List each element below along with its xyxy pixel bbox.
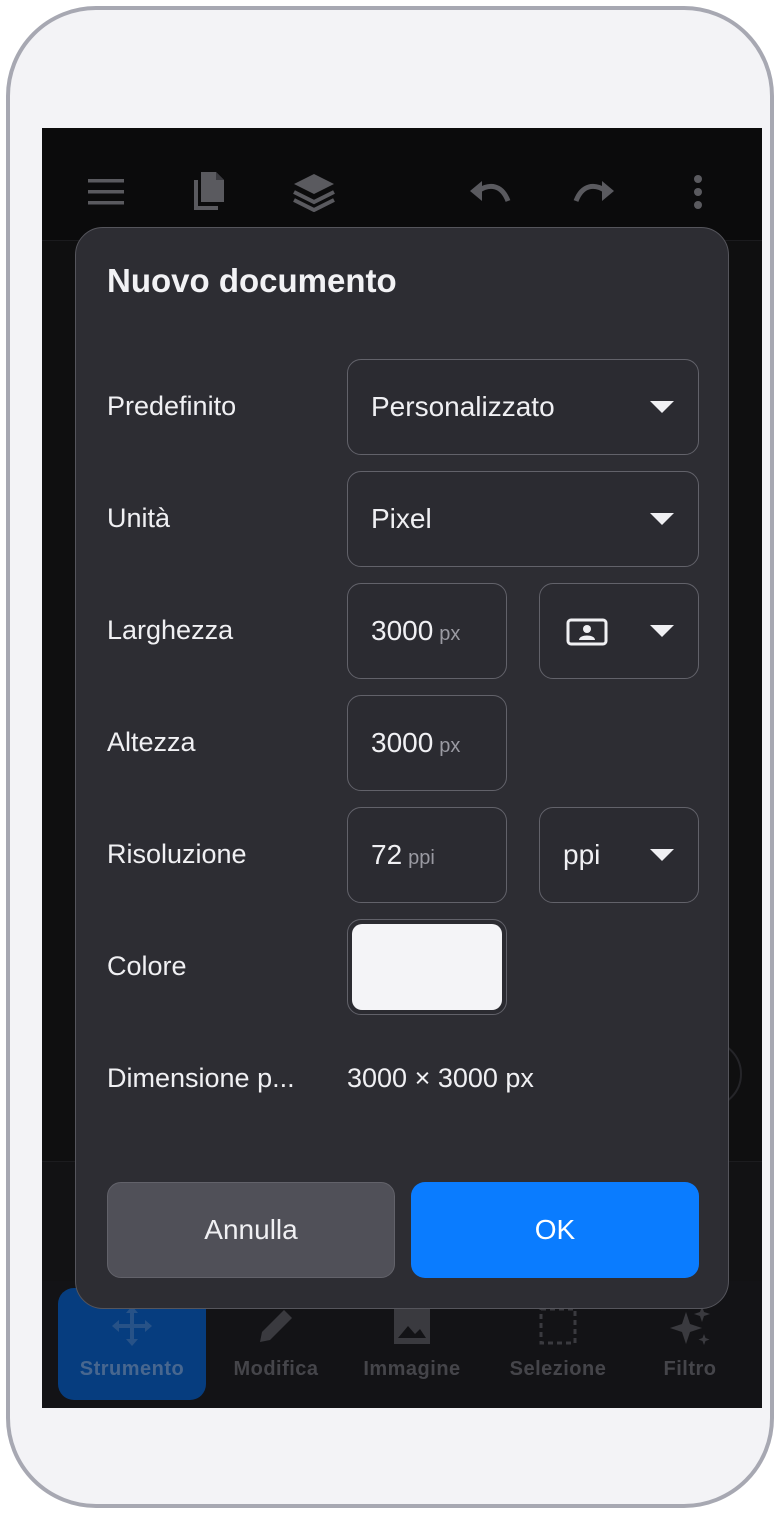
portrait-orientation-icon	[566, 618, 608, 651]
chevron-down-icon	[650, 513, 674, 525]
resolution-unit: ppi	[408, 847, 435, 869]
resolution-unit-value: ppi	[563, 839, 601, 870]
width-value: 3000	[371, 615, 434, 646]
dimensions-value: 3000 × 3000 px	[347, 1063, 534, 1093]
orientation-select[interactable]	[539, 583, 699, 679]
width-label: Larghezza	[107, 615, 234, 645]
preset-value: Personalizzato	[371, 391, 555, 422]
dialog-title: Nuovo documento	[107, 262, 397, 299]
device-frame: Strumento Modifica Immagine Selezione Fi…	[6, 6, 774, 1508]
width-unit: px	[439, 623, 461, 645]
resolution-unit-select[interactable]: ppi	[539, 807, 699, 903]
height-value: 3000	[371, 727, 434, 758]
preset-select[interactable]: Personalizzato	[347, 359, 699, 455]
chevron-down-icon	[650, 849, 674, 861]
preset-label: Predefinito	[107, 391, 237, 421]
height-input[interactable]: 3000 px	[347, 695, 507, 791]
height-unit: px	[439, 735, 461, 757]
width-input[interactable]: 3000 px	[347, 583, 507, 679]
color-swatch	[352, 924, 502, 1010]
ok-button[interactable]: OK	[411, 1182, 699, 1278]
cancel-button[interactable]: Annulla	[107, 1182, 395, 1278]
resolution-label: Risoluzione	[107, 839, 247, 869]
units-value: Pixel	[371, 503, 432, 534]
color-label: Colore	[107, 951, 187, 981]
color-picker[interactable]	[347, 919, 507, 1015]
units-label: Unità	[107, 503, 171, 533]
resolution-input[interactable]: 72 ppi	[347, 807, 507, 903]
chevron-down-icon	[650, 401, 674, 413]
chevron-down-icon	[650, 625, 674, 637]
new-document-dialog: Nuovo documento Predefinito Personalizza…	[75, 227, 729, 1309]
dimensions-label: Dimensione p...	[107, 1063, 295, 1093]
units-select[interactable]: Pixel	[347, 471, 699, 567]
height-label: Altezza	[107, 727, 196, 757]
resolution-value: 72	[371, 839, 403, 870]
